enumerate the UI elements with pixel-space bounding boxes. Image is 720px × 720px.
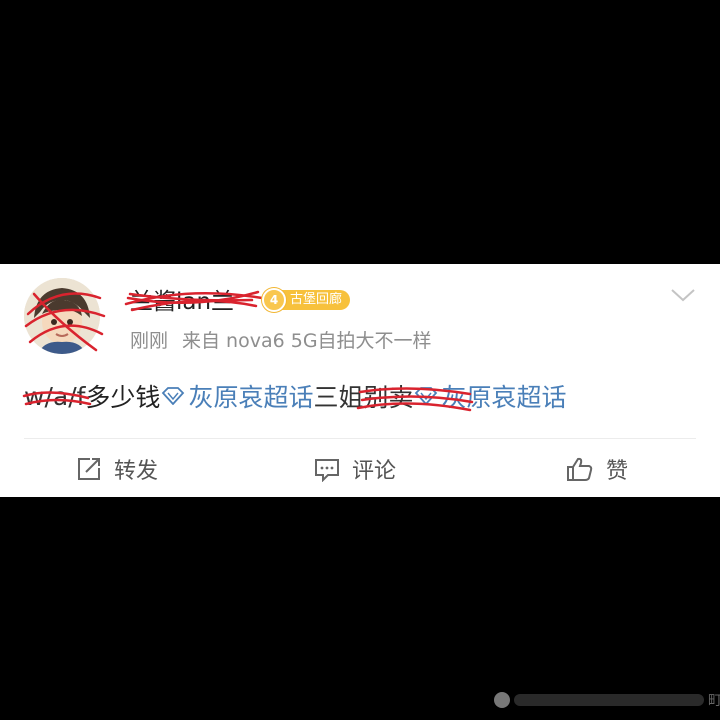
comment-label: 评论 <box>352 458 397 484</box>
super-topic-badge[interactable]: 4 古堡回廊 <box>262 288 351 312</box>
watermark-trail: 町 <box>708 693 720 709</box>
post-meta: 刚刚 来自 nova6 5G自拍大不一样 <box>130 326 432 353</box>
repost-icon <box>78 457 100 480</box>
topic-link-1[interactable]: 灰原哀超话 <box>160 378 313 414</box>
post-time: 刚刚 <box>130 330 169 352</box>
topic-link-2[interactable]: 灰原哀超话 <box>413 378 566 414</box>
comment-icon <box>315 458 339 482</box>
avatar[interactable] <box>24 278 100 354</box>
like-button[interactable]: 赞 <box>566 440 628 497</box>
repost-button[interactable]: 转发 <box>76 440 158 497</box>
weibo-logo-icon <box>494 692 510 708</box>
redacted-text-middle: 三姐别卖 <box>313 383 414 412</box>
watermark: 町 <box>494 690 720 710</box>
divider <box>24 438 696 439</box>
weibo-post-card: 兰酱lan兰 4 古堡回廊 刚刚 来自 nova6 5G自拍大不一样 w/a/f … <box>0 264 720 497</box>
topic-label-1: 灰原哀超话 <box>188 383 314 412</box>
diamond-icon <box>162 387 185 405</box>
avatar-image <box>24 278 100 354</box>
comment-button[interactable]: 评论 <box>314 440 396 497</box>
badge-label: 古堡回廊 <box>280 290 351 310</box>
like-label: 赞 <box>606 458 629 484</box>
action-bar: 转发 评论 赞 <box>0 440 720 497</box>
watermark-blurred-text <box>514 694 704 706</box>
topic-label-2: 灰原哀超话 <box>441 383 567 412</box>
thumbs-up-icon <box>567 457 593 481</box>
username[interactable]: 兰酱lan兰 <box>130 282 234 316</box>
chevron-down-icon[interactable] <box>670 286 696 304</box>
badge-level: 4 <box>262 288 286 312</box>
content-text: 多少钱 <box>85 383 161 412</box>
redacted-text-prefix: w/a/f <box>24 381 86 411</box>
post-content: w/a/f 多少钱 灰原哀超话 三姐别卖 灰原哀超话 <box>24 378 566 414</box>
post-source: 来自 nova6 5G自拍大不一样 <box>182 330 432 352</box>
repost-label: 转发 <box>114 458 159 484</box>
diamond-icon <box>415 387 438 405</box>
screenshot-frame: 兰酱lan兰 4 古堡回廊 刚刚 来自 nova6 5G自拍大不一样 w/a/f … <box>0 0 720 720</box>
